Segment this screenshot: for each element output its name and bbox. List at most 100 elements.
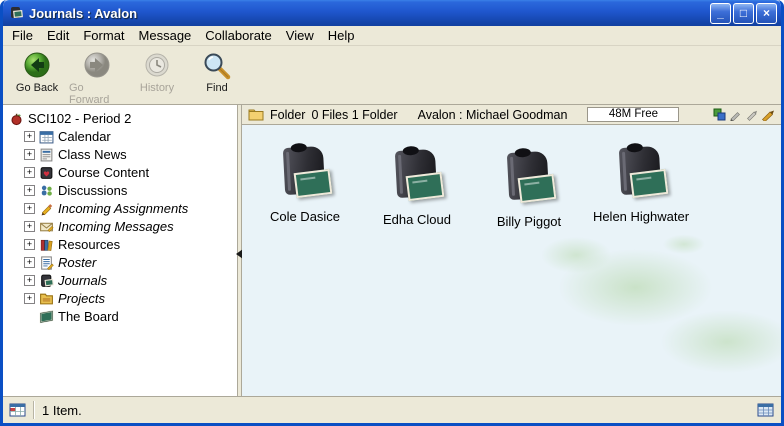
expand-plus-icon[interactable]: + [24, 275, 35, 286]
tree-item-label: Resources [58, 237, 120, 252]
tree-item-label: Discussions [58, 183, 127, 198]
discussions-icon [39, 183, 54, 198]
file-count-label: 0 Files 1 Folder [311, 108, 397, 122]
status-divider [33, 401, 34, 419]
tree-item-resources[interactable]: + Resources [3, 235, 237, 253]
tree-item-the-board[interactable]: The Board [3, 307, 237, 325]
journal-item-label: Helen Highwater [593, 209, 689, 224]
menu-format[interactable]: Format [76, 26, 131, 45]
folder-icon [248, 108, 264, 121]
journal-book-icon [273, 145, 337, 203]
tree-item-label: Incoming Messages [58, 219, 174, 234]
tree-item-label: Journals [58, 273, 107, 288]
history-button: History [129, 49, 185, 94]
journal-item-edha-cloud[interactable]: Edha Cloud [364, 148, 470, 227]
expand-plus-icon[interactable]: + [24, 131, 35, 142]
free-space-indicator: 48M Free [587, 107, 679, 122]
go-forward-button: Go Forward [69, 49, 125, 106]
journal-book-icon [609, 145, 673, 203]
maximize-button[interactable]: □ [733, 3, 754, 24]
expand-plus-icon[interactable]: + [24, 293, 35, 304]
go-forward-label: Go Forward [69, 82, 125, 106]
expand-plus-icon[interactable]: + [24, 257, 35, 268]
history-icon [142, 51, 172, 81]
window-title: Journals : Avalon [29, 6, 708, 21]
mini-table-icon[interactable] [9, 402, 27, 418]
find-icon [202, 51, 232, 81]
find-button[interactable]: Find [189, 49, 245, 94]
journal-item-label: Billy Piggot [497, 214, 561, 229]
board-icon [39, 309, 54, 324]
folder-contents: Cole Dasice Edha Cloud Billy Piggot Hele… [242, 125, 781, 396]
menu-help[interactable]: Help [321, 26, 362, 45]
tree-item-label: The Board [58, 309, 119, 324]
toolbar: Go Back Go Forward History [3, 46, 781, 105]
menu-edit[interactable]: Edit [40, 26, 76, 45]
go-back-icon [22, 51, 52, 81]
assignments-icon [39, 201, 54, 216]
tree-item-label: Class News [58, 147, 127, 162]
tree-item-projects[interactable]: + Projects [3, 289, 237, 307]
menu-message[interactable]: Message [132, 26, 199, 45]
app-window: Journals : Avalon _ □ × File Edit Format… [0, 0, 784, 426]
tree-item-discussions[interactable]: + Discussions [3, 181, 237, 199]
menu-file[interactable]: File [5, 26, 40, 45]
minimize-button[interactable]: _ [710, 3, 731, 24]
calendar-icon [39, 129, 54, 144]
pen-gray-icon[interactable] [745, 108, 758, 121]
roster-icon [39, 255, 54, 270]
folder-pane: Folder 0 Files 1 Folder Avalon : Michael… [242, 105, 781, 396]
tree-item-incoming-assignments[interactable]: + Incoming Assignments [3, 199, 237, 217]
layers-icon[interactable] [713, 108, 726, 121]
tree-item-label: Projects [58, 291, 105, 306]
menu-bar: File Edit Format Message Collaborate Vie… [3, 26, 781, 46]
news-icon [39, 147, 54, 162]
go-back-button[interactable]: Go Back [9, 49, 65, 94]
expand-plus-icon[interactable]: + [24, 167, 35, 178]
journal-book-icon [497, 150, 561, 208]
resources-icon [39, 237, 54, 252]
tree-item-label: Calendar [58, 129, 111, 144]
class-icon [9, 111, 24, 126]
journal-item-cole-dasice[interactable]: Cole Dasice [252, 145, 358, 224]
expand-plus-icon[interactable]: + [24, 185, 35, 196]
status-bar: 1 Item. [3, 396, 781, 423]
journal-book-icon [385, 148, 449, 206]
journal-item-label: Cole Dasice [270, 209, 340, 224]
server-path-label: Avalon : Michael Goodman [418, 108, 568, 122]
journal-item-helen-highwater[interactable]: Helen Highwater [588, 145, 694, 224]
tree-item-roster[interactable]: + Roster [3, 253, 237, 271]
folder-type-label: Folder [270, 108, 305, 122]
header-tool-icons [713, 108, 775, 121]
go-forward-icon [82, 51, 112, 81]
close-button[interactable]: × [756, 3, 777, 24]
tree-root-sci102[interactable]: SCI102 - Period 2 [3, 109, 237, 127]
go-back-label: Go Back [16, 82, 58, 94]
course-content-icon [39, 165, 54, 180]
tree-item-journals[interactable]: + Journals [3, 271, 237, 289]
tree-item-class-news[interactable]: + Class News [3, 145, 237, 163]
messages-icon [39, 219, 54, 234]
journals-icon [39, 273, 54, 288]
tree-item-course-content[interactable]: + Course Content [3, 163, 237, 181]
tree-item-label: Course Content [58, 165, 149, 180]
expand-plus-icon[interactable]: + [24, 203, 35, 214]
app-icon [8, 5, 24, 21]
pencil-gray-icon[interactable] [729, 108, 742, 121]
tree-item-label: Roster [58, 255, 96, 270]
expand-plus-icon[interactable]: + [24, 149, 35, 160]
grid-view-icon[interactable] [757, 402, 775, 418]
expand-plus-icon[interactable]: + [24, 239, 35, 250]
find-label: Find [206, 82, 227, 94]
journal-item-billy-piggot[interactable]: Billy Piggot [476, 150, 582, 229]
menu-view[interactable]: View [279, 26, 321, 45]
title-bar: Journals : Avalon _ □ × [3, 0, 781, 26]
history-label: History [140, 82, 174, 94]
brush-gold-icon[interactable] [761, 108, 775, 121]
menu-collaborate[interactable]: Collaborate [198, 26, 279, 45]
tree-item-incoming-messages[interactable]: + Incoming Messages [3, 217, 237, 235]
journal-item-label: Edha Cloud [383, 212, 451, 227]
tree-item-label: Incoming Assignments [58, 201, 188, 216]
tree-item-calendar[interactable]: + Calendar [3, 127, 237, 145]
expand-plus-icon[interactable]: + [24, 221, 35, 232]
